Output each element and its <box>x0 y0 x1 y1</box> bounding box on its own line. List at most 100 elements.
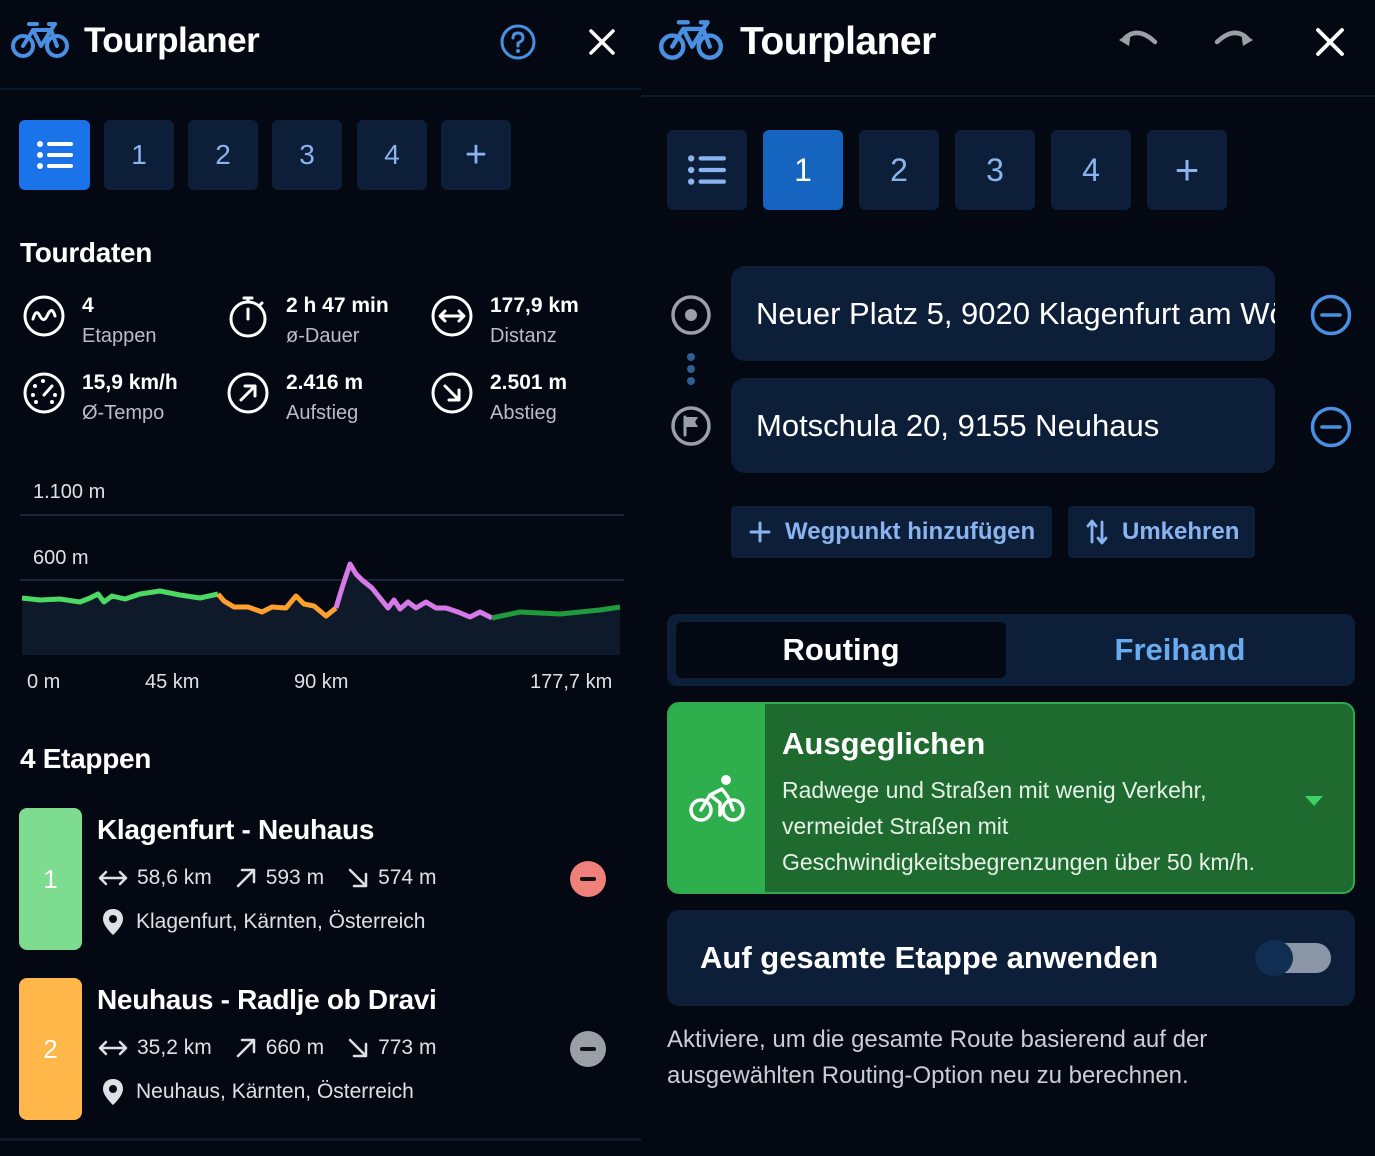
minus-icon <box>580 877 596 881</box>
stat-value: 4 <box>82 294 94 317</box>
stat-label: Etappen <box>82 325 157 347</box>
tab-stage-4[interactable]: 4 <box>357 120 427 190</box>
stages-icon <box>23 295 65 337</box>
stage-item[interactable]: 1 Klagenfurt - Neuhaus 58,6 km 593 m 574… <box>18 808 624 950</box>
tab-stage-3[interactable]: 3 <box>272 120 342 190</box>
stage-ascent: 593 m <box>265 866 325 889</box>
bicycle-logo-icon <box>659 20 723 60</box>
descent-arrow-icon <box>348 1038 368 1058</box>
apply-all-toggle[interactable] <box>1255 940 1331 976</box>
add-stage-button[interactable]: + <box>1147 130 1227 210</box>
distance-icon <box>431 295 473 337</box>
ascent-arrow-icon <box>236 868 255 888</box>
stage-metrics: 58,6 km 593 m 574 m <box>97 866 458 890</box>
finish-flag-icon <box>671 406 711 446</box>
stat-value: 15,9 km/h <box>82 371 178 394</box>
stage-location-text: Neuhaus, Kärnten, Österreich <box>136 1080 414 1103</box>
x-tick-label: 177,7 km <box>530 671 613 693</box>
route-connector-dots <box>687 353 695 385</box>
stage-distance: 35,2 km <box>137 1036 212 1059</box>
list-icon <box>688 155 726 185</box>
apply-all-help-text: Aktiviere, um die gesamte Route basieren… <box>667 1026 1208 1089</box>
descent-arrow-icon <box>348 868 368 888</box>
tab-overview[interactable] <box>667 130 747 210</box>
remove-stage-button[interactable] <box>570 861 606 897</box>
mode-freehand-tab[interactable]: Freihand <box>1013 622 1347 678</box>
close-icon[interactable] <box>588 28 616 56</box>
stat-label: Abstieg <box>490 402 557 424</box>
list-icon <box>36 141 73 169</box>
stat-ascent: 2.416 m Aufstieg <box>226 369 363 429</box>
end-address-field[interactable]: Motschula 20, 9155 Neuhaus <box>731 378 1275 473</box>
add-stage-button[interactable]: + <box>441 120 511 190</box>
app-title: Tourplaner <box>84 21 260 60</box>
stat-label: ø-Dauer <box>286 325 360 347</box>
chevron-down-icon[interactable] <box>1303 794 1325 808</box>
stat-value: 2.501 m <box>490 371 568 394</box>
apply-all-row: Auf gesamte Etappe anwenden <box>667 910 1355 1006</box>
stat-speed: 15,9 km/h Ø-Tempo <box>22 369 178 429</box>
x-tick-label: 0 m <box>27 671 61 693</box>
remove-stage-button[interactable] <box>570 1031 606 1067</box>
x-tick-label: 90 km <box>294 671 349 693</box>
remove-waypoint-icon[interactable] <box>1309 405 1353 449</box>
close-icon[interactable] <box>1315 27 1345 57</box>
stopwatch-icon <box>229 296 267 338</box>
tab-overview[interactable] <box>19 120 90 190</box>
swap-vertical-icon <box>1086 519 1108 545</box>
stat-value: 2.416 m <box>286 371 364 394</box>
divider <box>0 1138 641 1141</box>
stage-number-badge: 2 <box>19 978 82 1120</box>
stage-descent: 773 m <box>378 1036 437 1059</box>
add-waypoint-label: Wegpunkt hinzufügen <box>785 518 1036 545</box>
reverse-route-button[interactable]: Umkehren <box>1068 506 1255 558</box>
tour-overview-panel: Tourplaner 1 2 3 4 + Tourdaten 4 Etappen … <box>0 0 641 1156</box>
profile-title: Ausgeglichen <box>782 726 986 761</box>
stage-location: Klagenfurt, Kärnten, Österreich <box>102 908 425 936</box>
stage-name: Klagenfurt - Neuhaus <box>97 814 375 845</box>
routing-profile-select[interactable]: Ausgeglichen Radwege und Straßen mit wen… <box>667 702 1355 894</box>
tab-stage-2[interactable]: 2 <box>188 120 258 190</box>
stage-item[interactable]: 2 Neuhaus - Radlje ob Dravi 35,2 km 660 … <box>18 978 624 1120</box>
add-waypoint-button[interactable]: Wegpunkt hinzufügen <box>731 506 1052 558</box>
tab-stage-1[interactable]: 1 <box>104 120 174 190</box>
stage-ascent: 660 m <box>265 1036 325 1059</box>
panel-header: Tourplaner <box>0 0 641 90</box>
bicycle-rider-icon <box>689 775 745 822</box>
elevation-profile-chart[interactable]: 1.100 m 600 m 0 m 0 m 45 km 90 km 177,7 … <box>0 470 641 710</box>
stage-edit-panel: Tourplaner 1 2 3 4 + Neuer Platz 5, 9020… <box>641 0 1375 1156</box>
redo-icon[interactable] <box>1213 28 1255 54</box>
stat-label: Aufstieg <box>286 402 359 424</box>
stat-value: 2 h 47 min <box>286 294 389 317</box>
x-tick-label: 45 km <box>145 671 200 693</box>
stage-location: Neuhaus, Kärnten, Österreich <box>102 1078 414 1106</box>
descent-icon <box>431 372 473 414</box>
speedometer-icon <box>23 372 65 414</box>
tab-stage-1[interactable]: 1 <box>763 130 843 210</box>
location-pin-icon <box>103 909 123 935</box>
tab-stage-4[interactable]: 4 <box>1051 130 1131 210</box>
tab-stage-2[interactable]: 2 <box>859 130 939 210</box>
etappen-title: 4 Etappen <box>20 743 152 774</box>
undo-icon[interactable] <box>1117 28 1159 54</box>
ascent-arrow-icon <box>236 1038 255 1058</box>
stat-duration: 2 h 47 min ø-Dauer <box>226 292 389 352</box>
stage-metrics: 35,2 km 660 m 773 m <box>97 1036 458 1060</box>
elevation-profile-plot <box>20 514 624 655</box>
help-circle-icon[interactable] <box>499 23 537 61</box>
toggle-knob <box>1255 940 1293 976</box>
tab-stage-3[interactable]: 3 <box>955 130 1035 210</box>
stat-distance: 177,9 km Distanz <box>430 292 579 352</box>
tourdaten-title: Tourdaten <box>20 237 153 268</box>
start-address-field[interactable]: Neuer Platz 5, 9020 Klagenfurt am Wörthe… <box>731 266 1275 361</box>
stat-label: Distanz <box>490 325 557 347</box>
ascent-icon <box>227 372 269 414</box>
app-title: Tourplaner <box>740 20 936 63</box>
mode-segmented-control: Routing Freihand <box>667 614 1355 686</box>
bicycle-logo-icon <box>11 22 69 58</box>
mode-routing-tab[interactable]: Routing <box>676 622 1006 678</box>
minus-icon <box>580 1047 596 1051</box>
stage-name: Neuhaus - Radlje ob Dravi <box>97 984 437 1015</box>
stage-distance: 58,6 km <box>137 866 212 889</box>
remove-waypoint-icon[interactable] <box>1309 293 1353 337</box>
